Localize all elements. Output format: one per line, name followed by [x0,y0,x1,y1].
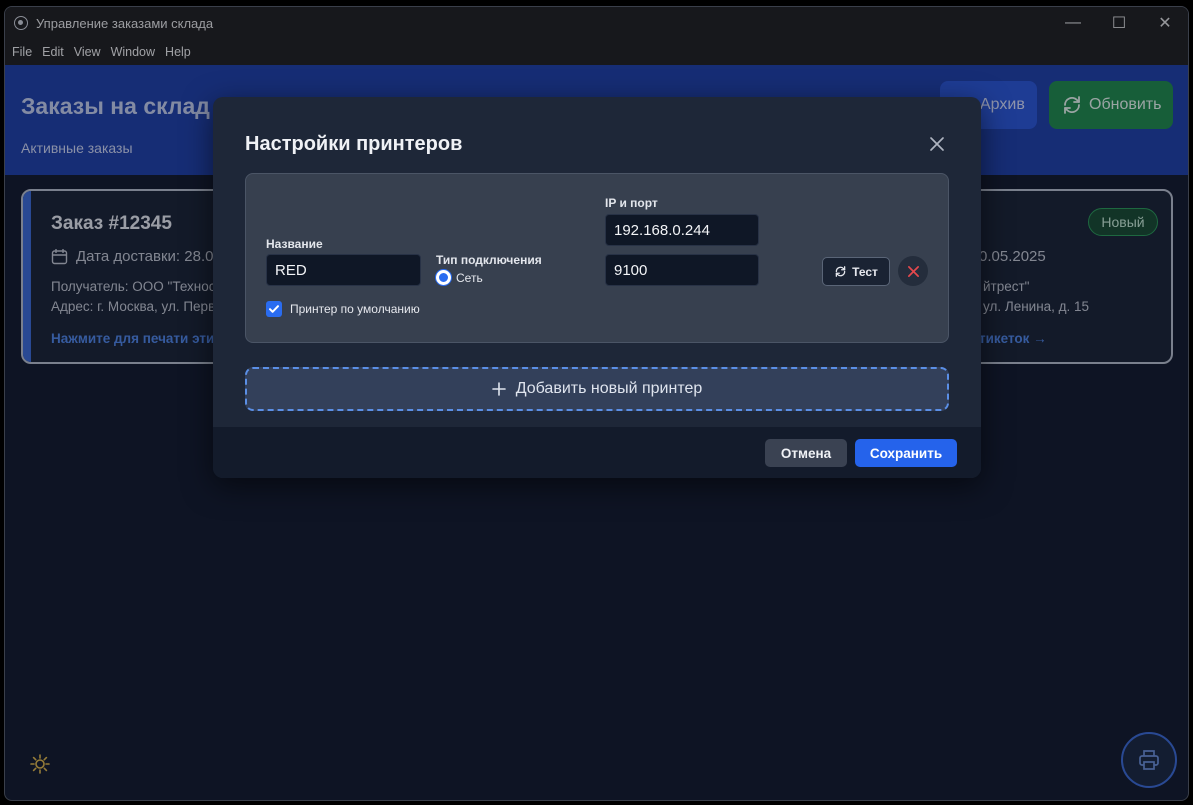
refresh-icon [835,266,846,277]
port-input[interactable] [605,254,759,286]
default-printer-checkbox[interactable] [266,301,282,317]
printer-settings-dialog: Настройки принтеров Название Тип подключ… [213,97,981,478]
printer-name-input[interactable] [266,254,421,286]
dialog-footer: Отмена Сохранить [213,427,981,478]
test-label: Тест [852,264,878,279]
dialog-close-button[interactable] [926,133,948,155]
ip-address-input[interactable] [605,214,759,246]
plus-icon [491,382,506,396]
app-window: Управление заказами склада — ☐ ✕ File Ed… [4,6,1189,801]
name-label: Название [266,237,323,251]
connection-type-label: Тип подключения [436,253,542,267]
dialog-title: Настройки принтеров [245,133,463,155]
connection-network-label: Сеть [456,271,483,285]
cancel-button[interactable]: Отмена [765,439,847,467]
close-icon [930,137,944,151]
add-printer-label: Добавить новый принтер [515,380,703,397]
add-printer-button[interactable]: Добавить новый принтер [245,367,949,411]
check-icon [269,305,279,313]
save-button[interactable]: Сохранить [855,439,957,467]
connection-network-radio[interactable] [436,270,451,285]
printer-entry: Название Тип подключения Сеть IP и порт … [245,173,949,343]
ip-port-label: IP и порт [605,196,658,210]
test-printer-button[interactable]: Тест [822,257,890,286]
delete-icon [907,265,919,277]
delete-printer-button[interactable] [898,256,928,286]
default-printer-label: Принтер по умолчанию [290,302,420,316]
